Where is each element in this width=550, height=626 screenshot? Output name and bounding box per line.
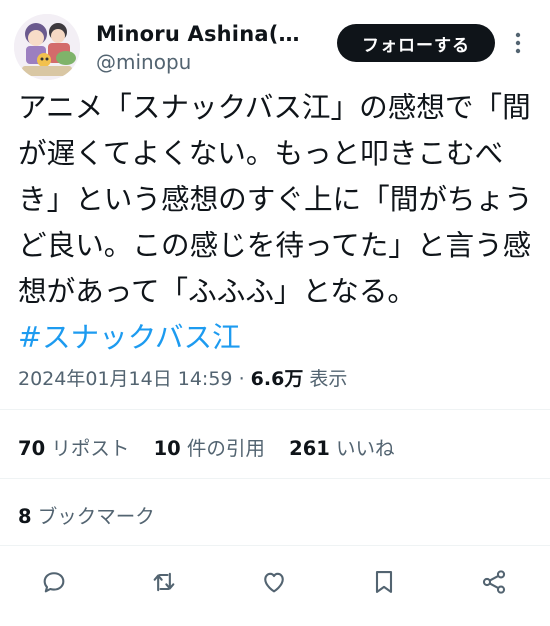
divider — [0, 545, 550, 546]
share-icon[interactable] — [474, 562, 514, 602]
author-handle[interactable]: @minopu — [96, 50, 191, 74]
more-options-icon[interactable] — [506, 26, 530, 60]
tweet-text-line: 想があって「ふふふ」となる。 — [18, 274, 417, 308]
likes-count: 261 — [289, 437, 330, 460]
author-display-name[interactable]: Minoru Ashina(芦… — [96, 18, 314, 48]
meta-separator: · — [238, 368, 245, 390]
quotes-stat[interactable]: 10 件の引用 — [154, 437, 265, 460]
follow-button[interactable]: フォローする — [337, 24, 495, 62]
action-bar — [0, 562, 550, 606]
avatar[interactable] — [14, 14, 80, 80]
quotes-count: 10 — [153, 437, 181, 460]
views-label: 表示 — [309, 368, 348, 390]
tweet-text-line: が遅くてよくない。もっと叩きこむべ — [18, 136, 504, 170]
like-icon[interactable] — [254, 562, 294, 602]
bookmarks-stat[interactable]: 8 ブックマーク — [18, 500, 155, 529]
reply-icon[interactable] — [34, 562, 74, 602]
tweet-header: Minoru Ashina(芦… @minopu フォローする — [0, 0, 550, 82]
bookmarks-count: 8 — [18, 505, 32, 528]
views-count: 6.6万 — [250, 368, 304, 390]
tweet-meta: 2024年01月14日 14:59 · 6.6万 表示 — [18, 364, 347, 391]
reposts-count: 70 — [18, 437, 46, 460]
avatar-illustration — [14, 14, 80, 80]
tweet-text-line: ど良い。この感じを待ってた」と言う感 — [18, 228, 532, 262]
bookmarks-label: ブックマーク — [37, 505, 155, 528]
reposts-stat[interactable]: 70 リポスト — [18, 437, 129, 460]
divider — [0, 478, 550, 479]
quotes-label: 件の引用 — [186, 437, 265, 460]
reposts-label: リポスト — [51, 437, 130, 460]
hashtag-link[interactable]: #スナックバス江 — [18, 319, 241, 355]
tweet-text-line: アニメ「スナックバス江」の感想で「間 — [18, 90, 531, 124]
timestamp[interactable]: 2024年01月14日 14:59 — [18, 368, 233, 390]
likes-stat[interactable]: 261 いいね — [289, 437, 394, 460]
tweet-text-line: き」という感想のすぐ上に「間がちょう — [18, 182, 533, 216]
engagement-stats: 70 リポスト 10 件の引用 261 いいね — [18, 432, 395, 461]
repost-icon[interactable] — [144, 562, 184, 602]
divider — [0, 409, 550, 410]
likes-label: いいね — [336, 437, 395, 460]
bookmark-icon[interactable] — [364, 562, 404, 602]
